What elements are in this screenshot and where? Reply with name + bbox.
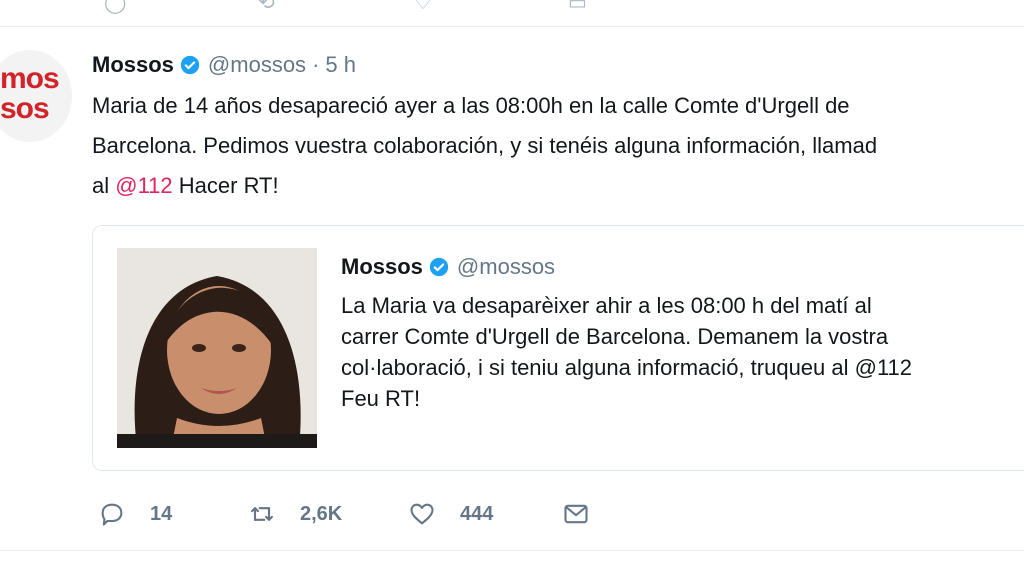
like-button[interactable]: 444 [408, 500, 562, 528]
quoted-tweet-text: La Maria va desaparèixer ahir a les 08:0… [341, 290, 1024, 414]
separator-dot: · [312, 52, 320, 77]
divider-bottom [0, 550, 1024, 551]
quoted-text-line: carrer Comte d'Urgell de Barcelona. Dema… [341, 324, 889, 349]
tweet-actions: 14 2,6K 444 [98, 500, 590, 528]
tweet-header: Mossos @mossos · 5 h [92, 50, 356, 80]
retweet-icon [251, 507, 273, 521]
tweet-text-line: Maria de 14 años desapareció ayer a las … [92, 93, 850, 118]
retweet-count: 2,6K [300, 502, 343, 525]
author-name[interactable]: Mossos [92, 52, 174, 78]
text-suffix: Hacer RT! [172, 173, 279, 198]
reply-icon [101, 503, 123, 526]
like-icon [410, 503, 434, 525]
tweet-text: Maria de 14 años desapareció ayer a las … [92, 86, 1024, 206]
retweet-icon[interactable]: ⟲ [258, 0, 275, 15]
divider-top [0, 26, 1024, 27]
reply-icon[interactable]: ◯ [104, 0, 126, 15]
message-icon[interactable]: ▭ [568, 0, 587, 15]
tweet-text-line: al @112 Hacer RT! [92, 166, 1024, 206]
missing-person-photo[interactable] [117, 248, 317, 448]
author-handle[interactable]: @mossos [208, 52, 306, 78]
quoted-text-line: Feu RT! [341, 386, 421, 411]
verified-badge-icon [429, 257, 449, 277]
quoted-text-line: La Maria va desaparèixer ahir a les 08:0… [341, 293, 872, 318]
timestamp[interactable]: 5 h [325, 52, 356, 78]
text-prefix: al [92, 173, 116, 198]
avatar[interactable]: mos sos [0, 50, 72, 142]
reply-button[interactable]: 14 [98, 500, 248, 528]
previous-tweet-actions: ◯ ⟲ ♡ ▭ [0, 0, 1024, 26]
message-icon [564, 504, 588, 524]
quoted-tweet-header: Mossos @mossos [341, 254, 555, 280]
quoted-author-name[interactable]: Mossos [341, 254, 423, 280]
verified-badge-icon [180, 55, 200, 75]
quoted-tweet-card[interactable]: Mossos @mossos La Maria va desaparèixer … [92, 225, 1024, 471]
direct-message-button[interactable] [562, 500, 590, 528]
quoted-text-line: col·laboració, i si teniu alguna informa… [341, 355, 913, 380]
avatar-logo-top: mos [0, 62, 60, 95]
mention-link[interactable]: @112 [115, 173, 172, 198]
like-count: 444 [460, 502, 494, 525]
tweet-text-line: Barcelona. Pedimos vuestra colaboración,… [92, 133, 878, 158]
reply-count: 14 [150, 502, 173, 525]
quoted-author-handle[interactable]: @mossos [457, 254, 555, 280]
retweet-button[interactable]: 2,6K [248, 500, 408, 528]
photo-illustration [117, 248, 317, 448]
like-icon[interactable]: ♡ [414, 0, 432, 15]
avatar-logo-bottom: sos [0, 92, 50, 125]
